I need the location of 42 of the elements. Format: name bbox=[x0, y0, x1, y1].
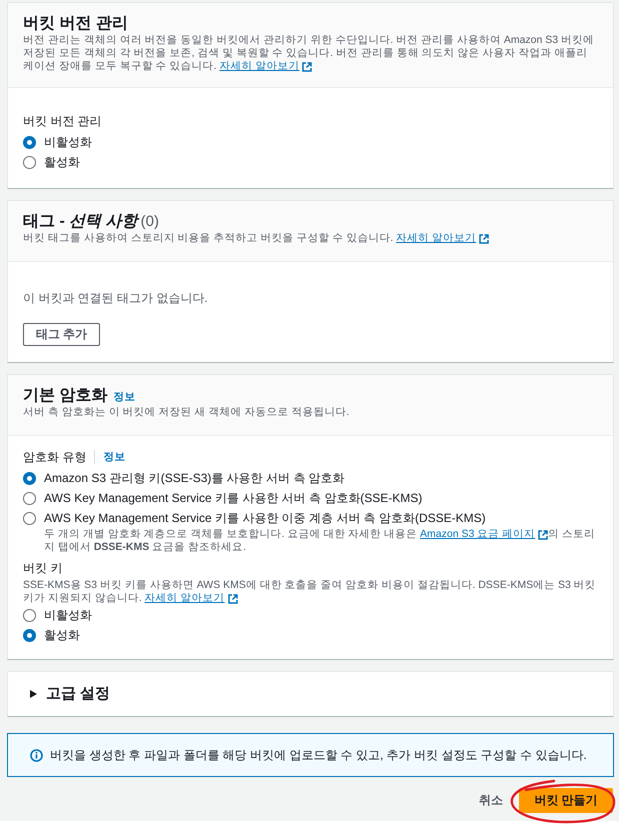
pricing-link[interactable]: Amazon S3 요금 페이지 bbox=[420, 528, 548, 541]
radio-label[interactable]: 활성화 bbox=[44, 627, 80, 643]
empty-message: 이 버킷과 연결된 태그가 없습니다. bbox=[23, 291, 209, 305]
learn-more-link[interactable]: 자세히 알아보기 bbox=[219, 60, 312, 73]
external-link-icon bbox=[479, 234, 490, 244]
panel-description: 버킷 태그를 사용하여 스토리지 비용을 추적하고 버킷을 구성할 수 있습니다. 자세히 알아보기 bbox=[23, 232, 598, 245]
field-description: SSE-KMS용 S3 버킷 키를 사용하면 AWS KMS에 대한 호출을 줄여 암호화 비용이 절감됩니다. DSSE-KMS에는 S3 버킷 키가 지원되지 않습니다. 자세히 알아보기 bbox=[23, 579, 597, 605]
tag-count: (0) bbox=[140, 213, 160, 230]
radio-label[interactable]: 비활성화 bbox=[44, 607, 92, 623]
radio-button[interactable] bbox=[23, 608, 36, 622]
radio-button[interactable] bbox=[23, 156, 36, 168]
field-label: 버킷 키 bbox=[23, 560, 62, 576]
create-bucket-button[interactable]: 버킷 만들기 bbox=[519, 788, 613, 813]
add-tag-button[interactable]: 태그 추가 bbox=[23, 323, 100, 346]
alert-message: 버킷을 생성한 후 파일과 폴더를 해당 버킷에 업로드할 수 있고, 추가 버킷 설정도 구성할 수 있습니다. bbox=[50, 747, 587, 763]
panel-title: 버킷 버전 관리 bbox=[23, 14, 128, 34]
info-icon bbox=[30, 748, 43, 762]
info-link[interactable]: 정보 bbox=[103, 450, 126, 464]
learn-more-link[interactable]: 자세히 알아보기 bbox=[144, 592, 238, 605]
radio-label[interactable]: 비활성화 bbox=[44, 134, 92, 150]
cancel-button[interactable]: 취소 bbox=[471, 788, 511, 813]
external-link-icon bbox=[302, 62, 312, 72]
radio-button[interactable] bbox=[23, 136, 36, 148]
panel-description: 서버 측 암호화는 이 버킷에 저장된 새 객체에 자동으로 적용됩니다. bbox=[23, 406, 350, 419]
panel-description: 버전 관리는 객체의 여러 버전을 동일한 버킷에서 관리하기 위한 수단입니다. 버전 관리를 사용하여 Amazon S3 버킷에 저장된 모든 객체의 각 버전을 보존, 검색 및 복원할 수 있습니다. 버전 관리를 통해 의도치 않은 사용자 작업과 애플리케이션 장애를 모두 복구할 수 있습니다. 자세히 알아보기 bbox=[23, 34, 596, 73]
info-link[interactable]: 정보 bbox=[113, 390, 136, 404]
field-label: 암호화 유형 bbox=[23, 449, 86, 465]
field-label: 버킷 버전 관리 bbox=[23, 113, 102, 129]
panel-title: 태그 - 선택 사항 bbox=[23, 212, 138, 232]
radio-label[interactable]: Amazon S3 관리형 키(SSE-S3)를 사용한 서버 측 암호화 bbox=[44, 470, 345, 486]
radio-button[interactable] bbox=[23, 512, 36, 524]
radio-label[interactable]: 활성화 bbox=[44, 154, 80, 170]
radio-button[interactable] bbox=[23, 472, 36, 484]
panel-title: 기본 암호화 bbox=[23, 386, 108, 406]
radio-button[interactable] bbox=[23, 628, 36, 642]
radio-button[interactable] bbox=[23, 492, 36, 504]
option-description: 두 개의 개별 암호화 계층으로 객체를 보호합니다. 요금에 대한 자세한 내용은 Amazon S3 요금 페이지 의 스토리지 탭에서 DSSE-KMS 요금을 참조하세요. bbox=[44, 528, 596, 554]
radio-label[interactable]: AWS Key Management Service 키를 사용한 서버 측 암호화(SSE-KMS) bbox=[44, 490, 422, 506]
learn-more-link[interactable]: 자세히 알아보기 bbox=[396, 232, 490, 245]
radio-label[interactable]: AWS Key Management Service 키를 사용한 이중 계층 서버 측 암호화(DSSE-KMS) bbox=[44, 510, 486, 526]
external-link-icon bbox=[538, 530, 548, 540]
external-link-icon bbox=[228, 594, 238, 604]
